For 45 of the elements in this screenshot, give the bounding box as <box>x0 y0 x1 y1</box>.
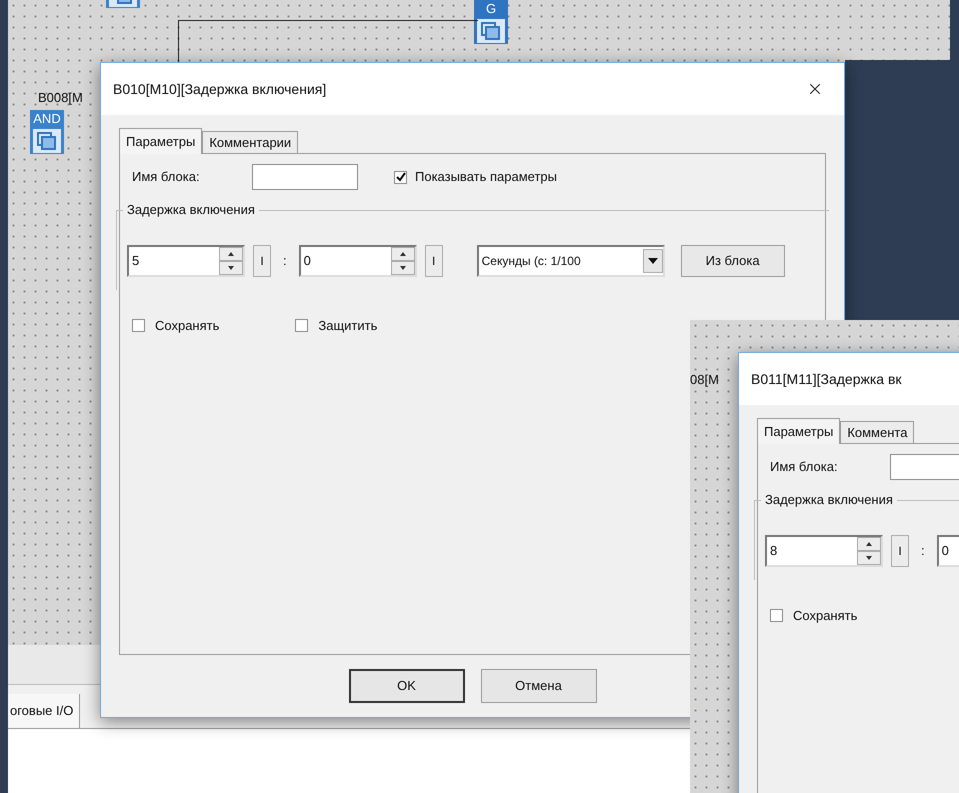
spinner-icon[interactable] <box>390 246 415 274</box>
block-label: 08[M <box>690 371 719 389</box>
checkbox-label: Сохранять <box>155 317 220 335</box>
dropdown-caret-icon <box>642 248 663 272</box>
dialog-button[interactable]: Отмена <box>480 669 596 703</box>
dialog-tab[interactable]: Комментарии <box>202 131 298 153</box>
field-label: Имя блока: <box>132 168 201 186</box>
field-value: 5 <box>131 252 140 270</box>
checkbox[interactable] <box>770 609 783 622</box>
field-label: Имя блока: <box>770 458 839 476</box>
from-block-button[interactable]: Из блока <box>680 244 785 276</box>
parameter-button[interactable]: I <box>891 534 909 566</box>
checkbox-label: Показывать параметры <box>415 168 557 186</box>
checkbox[interactable] <box>295 319 308 332</box>
block-type-label: G <box>486 0 496 18</box>
checkbox-label: Сохранять <box>793 607 858 625</box>
checkbox[interactable] <box>132 319 145 332</box>
checkbox-label: Защитить <box>318 317 378 335</box>
dialog-tab[interactable]: Параметры <box>757 418 840 444</box>
field-value: 0 <box>302 252 312 270</box>
spinner-icon[interactable] <box>219 246 243 274</box>
spinner-icon[interactable] <box>857 536 881 564</box>
dialog-button[interactable]: OK <box>348 669 464 703</box>
spin-field[interactable]: 0 <box>298 244 417 276</box>
time-separator: : <box>283 252 287 270</box>
time-separator: : <box>921 542 925 560</box>
block-name-field[interactable] <box>252 164 358 190</box>
spin-field[interactable]: 5 <box>127 244 245 276</box>
tab[interactable]: оговые I/O <box>8 694 80 728</box>
dialog-tab[interactable]: Коммента <box>840 421 914 443</box>
spin-field[interactable]: 0 <box>936 534 959 566</box>
dialog-tab[interactable]: Параметры <box>119 128 202 154</box>
check-icon <box>396 172 406 182</box>
spin-field[interactable]: 8 <box>765 534 883 566</box>
block-label: B008[M <box>38 90 83 106</box>
dialog-title: B010[M10][Задержка включения] <box>113 80 326 99</box>
block-type-label: AND <box>33 110 61 128</box>
checkbox[interactable] <box>394 170 407 184</box>
parameter-button[interactable]: I <box>424 244 443 276</box>
parameter-button[interactable]: I <box>253 244 271 276</box>
field-value: 8 <box>769 542 778 560</box>
unit-dropdown[interactable]: Секунды (с: 1/100 <box>476 244 665 276</box>
block-icon <box>32 128 62 154</box>
field-value: 0 <box>940 542 950 560</box>
dialog-title: B011[M11][Задержка вк <box>751 370 902 389</box>
